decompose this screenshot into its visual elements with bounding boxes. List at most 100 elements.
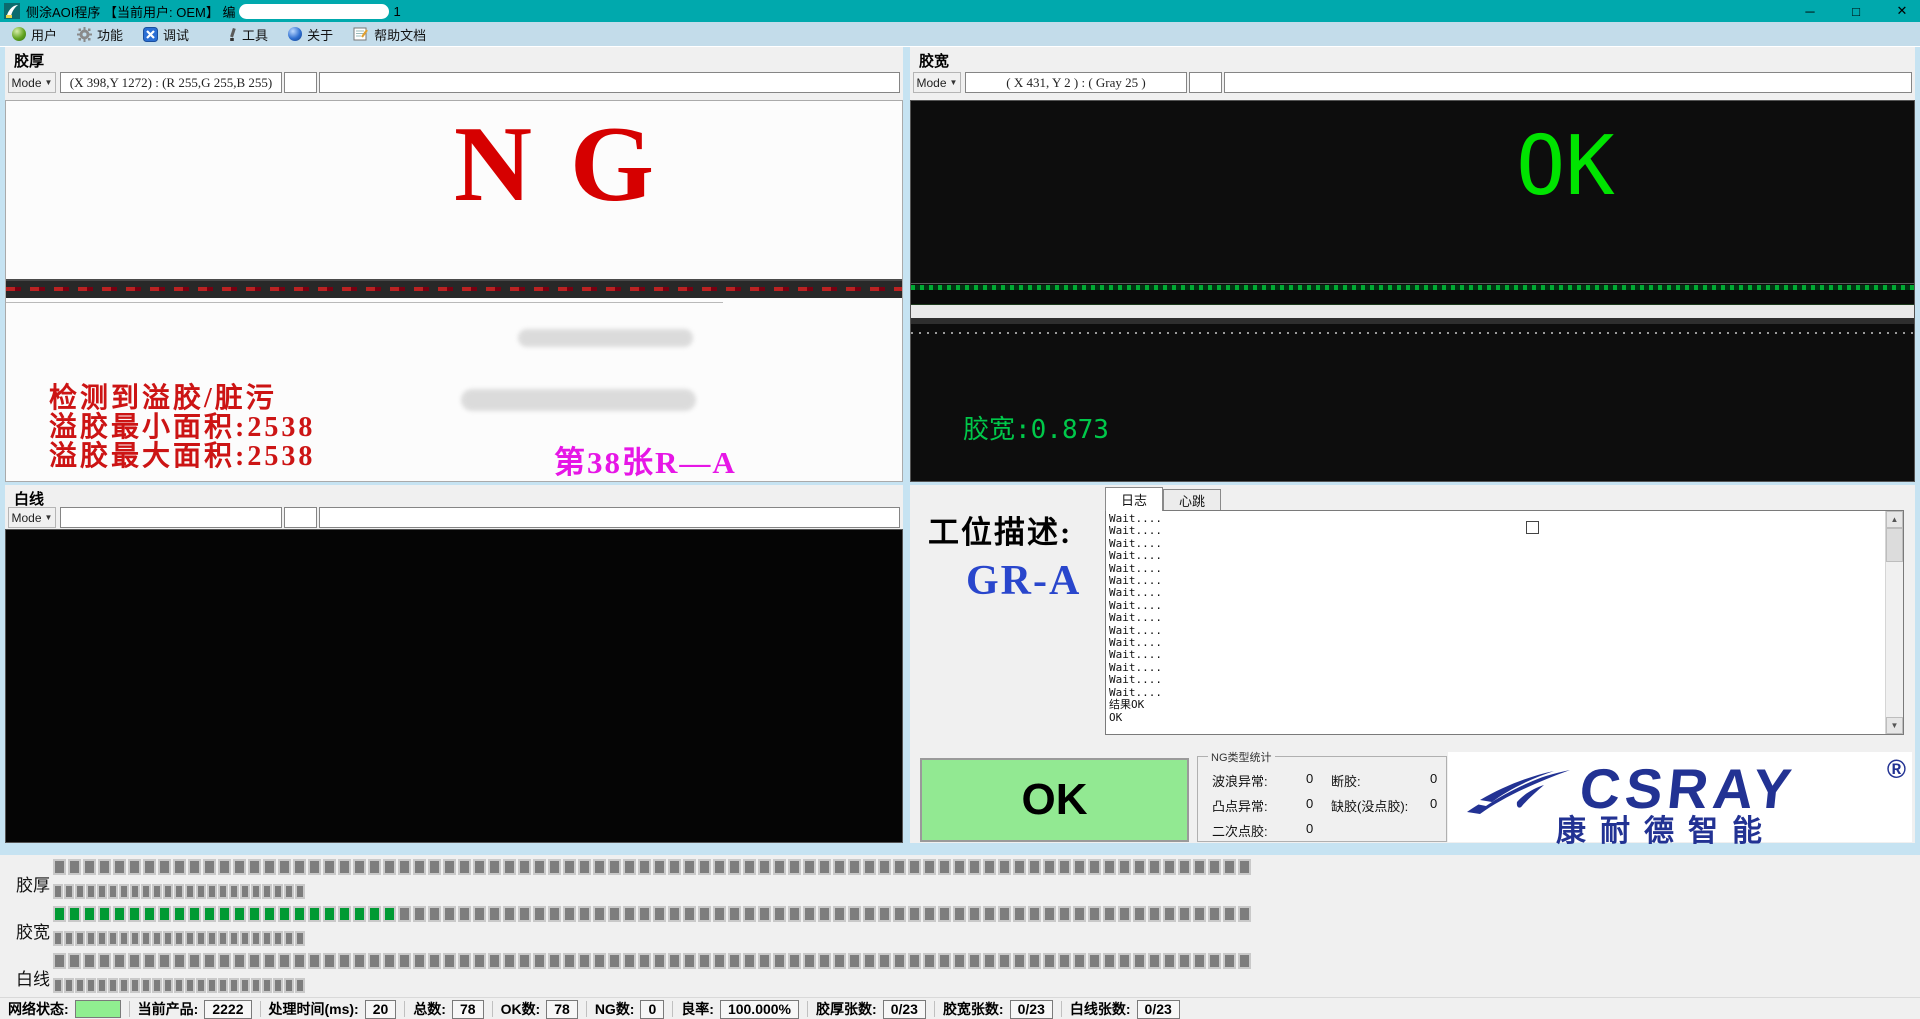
defect-line: 溢胶最小面积:2538: [49, 413, 315, 442]
panel-white-line: 白线 Mode ▼: [5, 485, 903, 843]
indicator-cell: [1178, 953, 1191, 969]
glue-thickness-image[interactable]: NG 检测到溢胶/脏污 溢胶最小面积:2538 溢胶最大面积:2538 第38张…: [5, 100, 903, 482]
status-field-value: 78: [546, 1000, 578, 1019]
indicator-cell: [383, 953, 396, 969]
indicator-cell: [1163, 906, 1176, 922]
about-icon: [288, 27, 302, 41]
indicator-cell: [728, 859, 741, 875]
menu-item-about[interactable]: 关于: [278, 22, 343, 46]
overall-result-button[interactable]: OK: [920, 758, 1189, 842]
indicator-cell: [758, 906, 771, 922]
indicator-cell: [818, 859, 831, 875]
scroll-up-icon[interactable]: ▲: [1886, 511, 1903, 528]
indicator-cell: [1103, 953, 1116, 969]
stat-value: 0: [1430, 796, 1437, 811]
indicator-cell: [218, 859, 231, 875]
close-button[interactable]: ✕: [1892, 3, 1912, 19]
menu-label: 关于: [307, 25, 333, 44]
indicator-cell: [473, 953, 486, 969]
indicator-cell: [64, 978, 74, 993]
user-icon: [12, 27, 26, 41]
white-line-toolbar: Mode ▼: [8, 507, 900, 528]
indicator-cell: [248, 859, 261, 875]
log-scrollbar[interactable]: ▲ ▼: [1885, 511, 1903, 734]
indicator-cell: [188, 953, 201, 969]
indicator-cell: [608, 906, 621, 922]
indicator-cell: [308, 859, 321, 875]
indicator-cell: [174, 884, 184, 899]
indicator-cell: [563, 953, 576, 969]
indicator-cell: [908, 906, 921, 922]
smudge-blob: [518, 329, 693, 347]
menu-item-help-doc[interactable]: 帮助文档: [343, 22, 436, 46]
status-field-label: 当前产品:: [138, 999, 199, 1019]
status-field-value: 100.000%: [720, 1000, 799, 1019]
indicator-cell: [218, 884, 228, 899]
indicator-cell: [1178, 859, 1191, 875]
glue-thickness-mode-dropdown[interactable]: Mode ▼: [8, 72, 56, 93]
log-line: Wait....: [1109, 538, 1883, 550]
indicator-cell: [108, 978, 118, 993]
glue-thickness-wide-box: [319, 72, 900, 93]
white-line-mode-dropdown[interactable]: Mode ▼: [8, 507, 56, 528]
log-list[interactable]: Wait....Wait....Wait....Wait....Wait....…: [1109, 513, 1883, 732]
indicator-cell: [1118, 906, 1131, 922]
log-line: Wait....: [1109, 662, 1883, 674]
glue-width-mode-dropdown[interactable]: Mode ▼: [913, 72, 961, 93]
maximize-button[interactable]: □: [1846, 4, 1866, 19]
menu-item-function[interactable]: 功能: [67, 22, 133, 46]
log-line: OK: [1109, 712, 1883, 724]
white-line-image[interactable]: [5, 529, 903, 843]
window-title-tail: 1: [393, 4, 400, 19]
indicator-cell: [174, 931, 184, 946]
glue-width-image[interactable]: OK 胶宽:0.873: [910, 100, 1915, 482]
indicator-cell: [863, 953, 876, 969]
indicator-group-label: 胶宽: [16, 918, 50, 943]
indicator-cell: [1238, 859, 1251, 875]
indicator-cell: [229, 931, 239, 946]
indicator-cell: [98, 906, 111, 922]
strip-dark-band: [911, 318, 1914, 324]
menu-item-tools[interactable]: 工具: [217, 22, 278, 46]
menu-label: 帮助文档: [374, 25, 426, 44]
log-checkbox[interactable]: [1526, 521, 1539, 534]
indicator-cell: [683, 859, 696, 875]
indicator-cell: [262, 884, 272, 899]
indicator-cell: [323, 859, 336, 875]
indicator-cell: [1178, 906, 1191, 922]
indicator-cell: [713, 859, 726, 875]
glue-thickness-toolbar: Mode ▼ (X 398,Y 1272) : (R 255,G 255,B 2…: [8, 72, 900, 93]
minimize-button[interactable]: ─: [1800, 4, 1820, 19]
indicator-cell: [75, 931, 85, 946]
indicator-cell: [141, 931, 151, 946]
indicator-cell: [1103, 859, 1116, 875]
indicator-cell: [185, 884, 195, 899]
status-field-label: 胶宽张数:: [943, 999, 1004, 1019]
tab-heartbeat[interactable]: 心跳: [1163, 489, 1221, 511]
indicator-cell: [53, 931, 63, 946]
status-separator: [672, 1001, 673, 1017]
scrollbar-thumb[interactable]: [1886, 528, 1903, 562]
status-separator: [404, 1001, 405, 1017]
tab-log[interactable]: 日志: [1105, 487, 1163, 511]
indicator-cell: [1028, 953, 1041, 969]
indicator-cell: [53, 884, 63, 899]
indicator-cell: [53, 953, 66, 969]
log-line: Wait....: [1109, 649, 1883, 661]
indicator-cell: [338, 953, 351, 969]
menu-item-debug[interactable]: 调试: [133, 22, 199, 46]
stat-label: 断胶:: [1331, 771, 1361, 790]
log-panel: Wait....Wait....Wait....Wait....Wait....…: [1105, 510, 1904, 735]
indicator-cell: [833, 906, 846, 922]
indicator-cell: [218, 953, 231, 969]
indicator-cell: [97, 884, 107, 899]
scroll-down-icon[interactable]: ▼: [1886, 717, 1903, 734]
stat-label: 波浪异常:: [1212, 771, 1268, 790]
indicator-cell: [998, 953, 1011, 969]
menu-item-user[interactable]: 用户: [2, 22, 67, 46]
status-separator: [807, 1001, 808, 1017]
indicator-cell: [143, 953, 156, 969]
indicator-cell: [163, 978, 173, 993]
indicator-cell: [113, 953, 126, 969]
indicator-cell: [1058, 953, 1071, 969]
